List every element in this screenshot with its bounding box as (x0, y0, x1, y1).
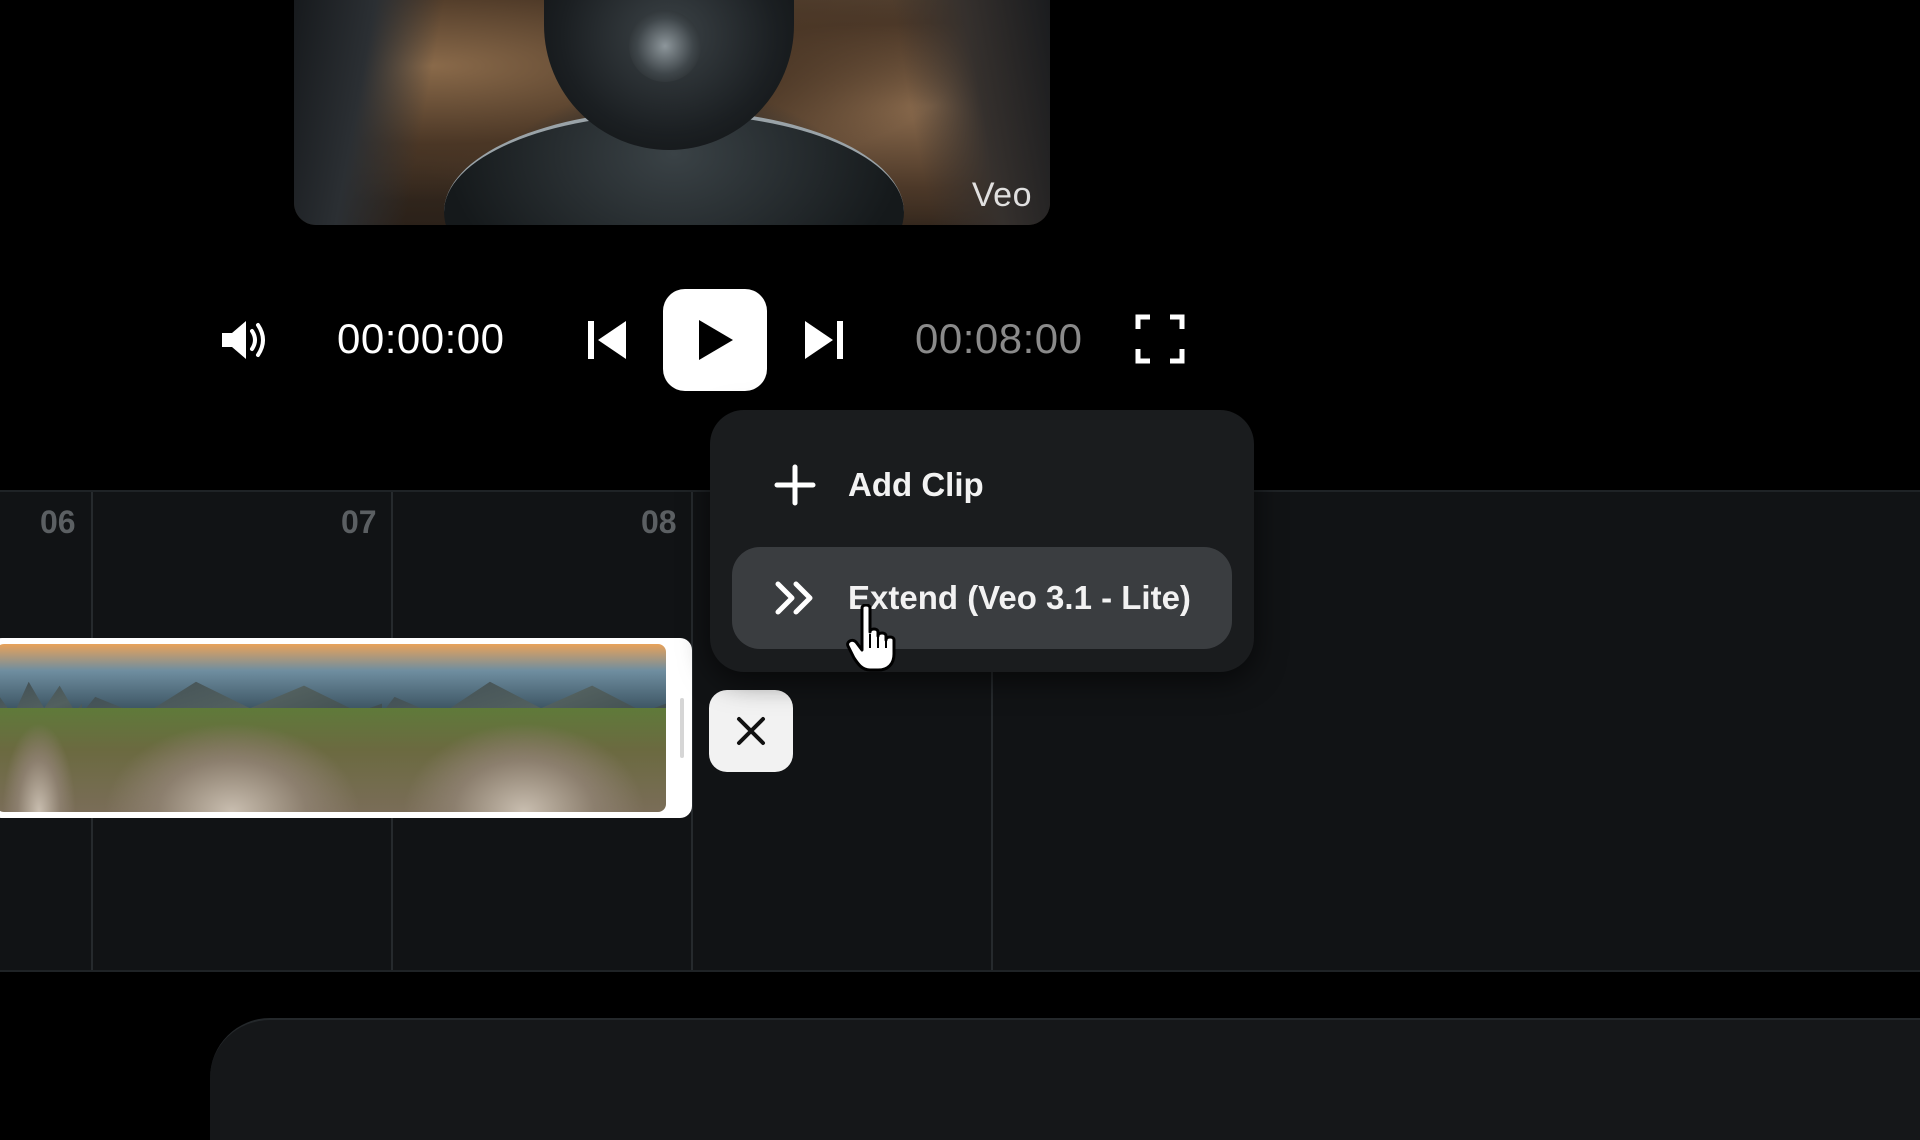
player-controls: 00:00:00 00:08:00 (0, 287, 1920, 392)
play-icon (699, 320, 733, 360)
video-preview[interactable]: Veo (294, 0, 1050, 225)
play-button[interactable] (663, 289, 767, 391)
clip-context-menu: Add Clip Extend (Veo 3.1 - Lite) (710, 410, 1254, 672)
clip-thumbnail (382, 644, 666, 812)
fullscreen-icon (1135, 314, 1185, 364)
timeline-tick-06: 06 (40, 504, 76, 540)
bottom-panel (210, 1018, 1920, 1140)
volume-button[interactable] (214, 315, 274, 365)
clip-thumbnail (82, 644, 382, 812)
clip-thumbnails (0, 644, 666, 812)
double-chevron-right-icon (775, 581, 813, 615)
skip-forward-button[interactable] (800, 317, 846, 363)
timeline-tick-08: 08 (641, 504, 677, 540)
remove-clip-button[interactable] (709, 690, 793, 772)
skip-forward-icon (805, 321, 843, 359)
fullscreen-button[interactable] (1134, 313, 1186, 365)
skip-back-button[interactable] (585, 317, 631, 363)
clip-thumbnail (0, 644, 82, 812)
preview-image-cap (629, 10, 701, 82)
clip-resize-handle[interactable] (680, 698, 684, 758)
menu-item-extend[interactable]: Extend (Veo 3.1 - Lite) (732, 547, 1232, 649)
current-time: 00:00:00 (337, 315, 505, 362)
video-clip[interactable] (0, 638, 692, 818)
timeline-tick-07: 07 (341, 504, 377, 540)
speaker-icon (222, 321, 265, 359)
close-icon (737, 717, 765, 745)
veo-watermark: Veo (971, 176, 1032, 214)
total-time: 00:08:00 (915, 315, 1083, 362)
menu-item-add-clip[interactable]: Add Clip (732, 434, 1232, 536)
menu-item-label: Add Clip (848, 466, 984, 503)
plus-icon (774, 464, 816, 506)
preview-image-left (294, 0, 444, 225)
hand-cursor-icon (846, 604, 896, 672)
skip-back-icon (588, 321, 626, 359)
